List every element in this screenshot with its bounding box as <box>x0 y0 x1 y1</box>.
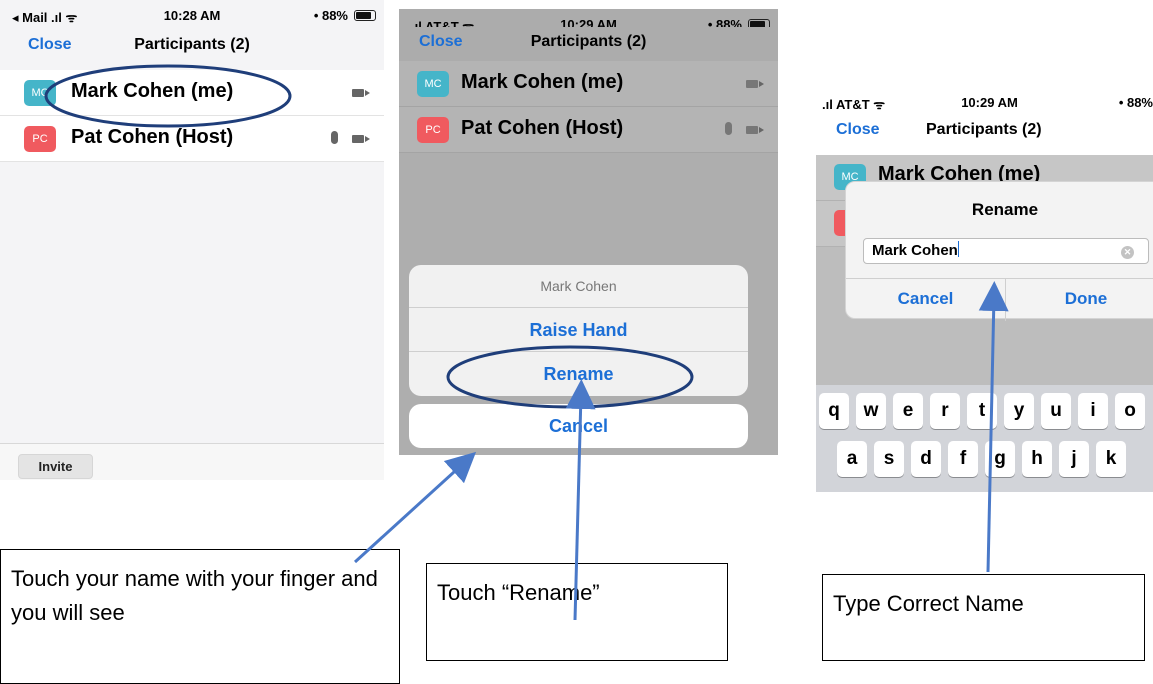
key-i[interactable]: i <box>1078 393 1108 429</box>
name-input-value: Mark Cohen <box>872 242 958 259</box>
video-camera-icon <box>352 135 370 143</box>
key-o[interactable]: o <box>1115 393 1145 429</box>
participant-row-host[interactable]: PC Pat Cohen (Host) <box>0 116 384 162</box>
key-t[interactable]: t <box>967 393 997 429</box>
participant-name: Mark Cohen (me) <box>71 80 234 102</box>
keyboard-row-1: qwertyuio <box>816 393 1153 433</box>
action-sheet-title: Mark Cohen <box>409 265 748 308</box>
key-f[interactable]: f <box>948 441 978 477</box>
name-input[interactable]: Mark Cohen ✕ <box>863 238 1149 264</box>
keyboard-row-2: asdfghjk <box>816 441 1153 481</box>
raise-hand-button[interactable]: Raise Hand <box>409 308 748 352</box>
avatar: PC <box>417 117 449 143</box>
avatar: MC <box>417 71 449 97</box>
nav-bar: Close Participants (2) <box>816 115 1153 151</box>
status-bar: ◂ Mail .ıl ᯤ 10:28 AM • 88% <box>0 0 384 28</box>
status-time: 10:29 AM <box>961 95 1018 110</box>
avatar: PC <box>24 126 56 152</box>
key-k[interactable]: k <box>1096 441 1126 477</box>
invite-button[interactable]: Invite <box>18 454 93 479</box>
key-j[interactable]: j <box>1059 441 1089 477</box>
participant-row-me[interactable]: MC Mark Cohen (me) <box>0 70 384 116</box>
participant-row-host[interactable]: PC Pat Cohen (Host) <box>399 107 778 153</box>
microphone-icon <box>331 131 338 144</box>
rename-button[interactable]: Rename <box>409 352 748 396</box>
nav-bar: Close Participants (2) <box>399 27 778 63</box>
participant-list: MC Mark Cohen (me) PC Pat Cohen (Host) <box>0 70 384 162</box>
rename-dialog: Rename Mark Cohen ✕ Cancel Done <box>845 181 1153 321</box>
clear-text-icon[interactable]: ✕ <box>1121 246 1134 259</box>
participant-name: Mark Cohen (me) <box>461 71 624 93</box>
key-w[interactable]: w <box>856 393 886 429</box>
page-title: Participants (2) <box>926 121 1042 138</box>
video-camera-icon <box>746 80 764 88</box>
cancel-button[interactable]: Cancel <box>409 404 748 448</box>
bottom-toolbar: Invite <box>0 443 384 480</box>
dialog-title: Rename <box>971 200 1039 219</box>
participants-screenshot: ◂ Mail .ıl ᯤ 10:28 AM • 88% Close Partic… <box>0 0 384 480</box>
rename-dialog-screenshot: .ıl AT&T ᯤ 10:29 AM • 88% Close Particip… <box>816 87 1153 492</box>
key-u[interactable]: u <box>1041 393 1071 429</box>
action-sheet: Mark Cohen Raise Hand Rename <box>409 265 748 396</box>
participant-name: Pat Cohen (Host) <box>71 126 234 148</box>
done-button[interactable]: Done <box>1006 279 1153 321</box>
key-r[interactable]: r <box>930 393 960 429</box>
keyboard: qwertyuio asdfghjk <box>816 385 1153 492</box>
dialog-actions: Cancel Done <box>846 278 1153 321</box>
participant-name: Pat Cohen (Host) <box>461 117 624 139</box>
key-y[interactable]: y <box>1004 393 1034 429</box>
status-bar: .ıl AT&T ᯤ 10:29 AM • 88% <box>816 87 1153 115</box>
status-battery-text: • 88% <box>1118 95 1153 110</box>
key-g[interactable]: g <box>985 441 1015 477</box>
key-e[interactable]: e <box>893 393 923 429</box>
page-title: Participants (2) <box>530 33 647 50</box>
key-s[interactable]: s <box>874 441 904 477</box>
microphone-icon <box>725 122 732 135</box>
status-battery-text: • 88% <box>313 8 348 23</box>
avatar: MC <box>24 80 56 106</box>
battery-icon <box>354 10 376 21</box>
video-camera-icon <box>746 126 764 134</box>
key-q[interactable]: q <box>819 393 849 429</box>
key-d[interactable]: d <box>911 441 941 477</box>
action-sheet-screenshot: .ıl AT&T ᯤ 10:29 AM • 88% Close Particip… <box>399 9 778 455</box>
participant-row-me[interactable]: MC Mark Cohen (me) <box>399 61 778 107</box>
instruction-step-2: Touch “Rename” <box>426 563 728 661</box>
participant-list: MC Mark Cohen (me) PC Pat Cohen (Host) <box>399 61 778 153</box>
instruction-step-1: Touch your name with your finger and you… <box>0 549 400 684</box>
instruction-step-3: Type Correct Name <box>822 574 1145 661</box>
key-a[interactable]: a <box>837 441 867 477</box>
key-h[interactable]: h <box>1022 441 1052 477</box>
cancel-button[interactable]: Cancel <box>846 279 1006 321</box>
video-camera-icon <box>352 89 370 97</box>
text-cursor <box>957 241 959 257</box>
nav-bar: Close Participants (2) <box>0 30 384 66</box>
page-title: Participants (2) <box>134 36 250 53</box>
